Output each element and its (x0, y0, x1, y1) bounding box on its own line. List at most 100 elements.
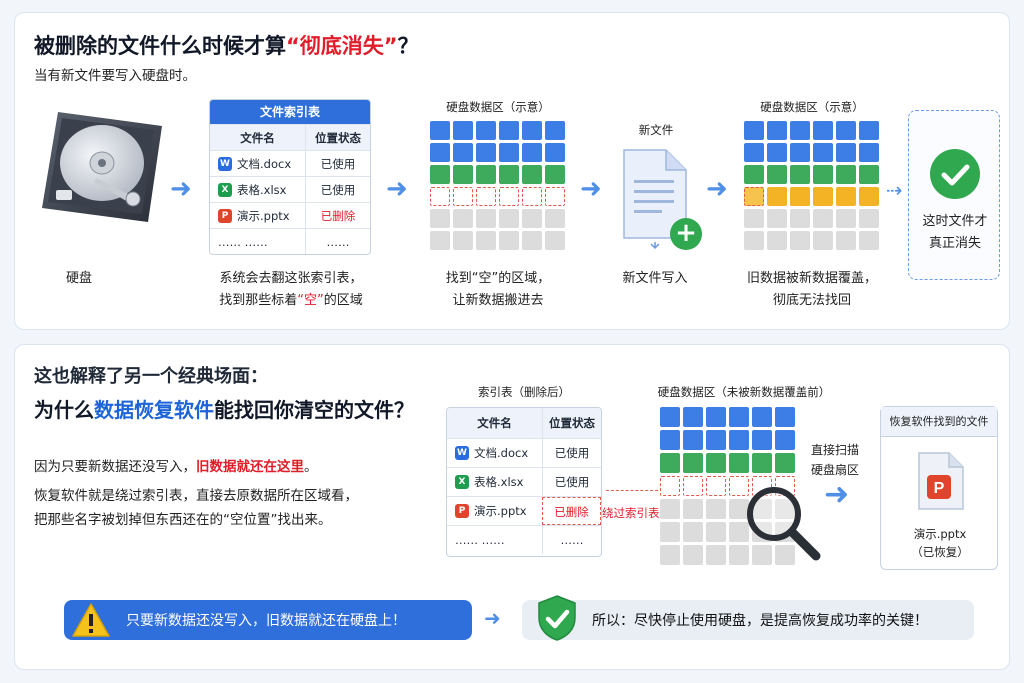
powerpoint-file-icon: P (455, 504, 469, 518)
sector-cell (836, 143, 856, 162)
sector-cell (430, 209, 450, 228)
final-state-box: 这时文件才 真正消失 (908, 110, 1000, 280)
sector-cell (522, 187, 542, 206)
table-header-row: 文件名 位置状态 (210, 124, 370, 150)
table-row: P 演示.pptx 已删除 (447, 496, 601, 525)
recovery-card: 恢复软件找到的文件 P 演示.pptx （已恢复） (880, 406, 998, 570)
sector-cell (545, 143, 565, 162)
sector-cell (545, 209, 565, 228)
index-table-after: 文件名 位置状态 W 文档.docx 已使用 X 表格.xlsx 已使用 P 演示.p… (446, 407, 602, 557)
excel-file-icon: X (218, 182, 232, 197)
bottom-para2: 恢复软件就是绕过索引表，直接去原数据所在区域看， 把那些名字被划掉但东西还在的“… (34, 488, 358, 528)
sector-cell (522, 165, 542, 184)
sector-cell (790, 143, 810, 162)
sector-cell (499, 187, 519, 206)
warning-banner: 只要新数据还没写入，旧数据就还在硬盘上！ (64, 600, 472, 640)
sector-cell (522, 209, 542, 228)
sector-cell (430, 231, 450, 250)
scan-label: 直接扫描 硬盘扇区 (810, 443, 859, 477)
magnifier-icon (744, 484, 824, 564)
word-file-icon: W (455, 446, 469, 460)
sector-cell (476, 187, 496, 206)
sector-cell (706, 522, 726, 542)
sector-cell (775, 430, 795, 450)
hard-drive-icon (36, 108, 166, 226)
sector-cell (859, 121, 879, 140)
newfile-caption: 新文件写入 (622, 271, 688, 286)
sector-cell (813, 231, 833, 250)
sector-cell (744, 143, 764, 162)
table-row: …… …… …… (210, 228, 370, 254)
sector-cell (660, 430, 680, 450)
final-text: 这时文件才 真正消失 (922, 214, 988, 251)
arrow-right-icon: ➜ (706, 174, 728, 204)
sector-cell (476, 121, 496, 140)
file-name: 表格.xlsx (237, 182, 287, 197)
file-status: 已使用 (305, 177, 370, 202)
sector-cell (836, 187, 856, 206)
sector-cell (683, 499, 703, 519)
table-row: …… …… …… (447, 525, 601, 554)
sector-cell (790, 187, 810, 206)
top-subtitle: 当有新文件要写入硬盘时。 (34, 68, 196, 84)
sector-cell (476, 143, 496, 162)
sector-cell (813, 187, 833, 206)
file-name: 演示.pptx (237, 208, 290, 223)
col-name-header: 文件名 (240, 130, 275, 145)
sector-cell (683, 476, 703, 496)
sector-cell (790, 209, 810, 228)
sector-cell (859, 143, 879, 162)
sector-cell (790, 231, 810, 250)
sector-cell (430, 121, 450, 140)
sector-cell (744, 187, 764, 206)
sector-cell (430, 165, 450, 184)
sector-cell (499, 143, 519, 162)
file-name: …… …… (218, 234, 268, 249)
warning-icon (64, 600, 118, 640)
file-status: …… (305, 229, 370, 254)
sector-cell (836, 165, 856, 184)
sector-cell (545, 187, 565, 206)
bypass-line (606, 490, 658, 491)
arrow-right-icon: ➜ (484, 606, 501, 630)
recovery-title: 恢复软件找到的文件 (881, 407, 997, 437)
sector-cell (836, 209, 856, 228)
sector-cell (522, 121, 542, 140)
sector-cell (706, 453, 726, 473)
sector-cell (683, 430, 703, 450)
recovered-file-text: 演示.pptx （已恢复） (911, 527, 969, 559)
sector-cell (744, 231, 764, 250)
sector-cell (767, 143, 787, 162)
word-file-icon: W (218, 156, 232, 171)
sector-cell (660, 453, 680, 473)
sector-cell (744, 165, 764, 184)
index-after-label: 索引表（删除后） (478, 385, 570, 399)
sector-cell (729, 430, 749, 450)
warning-text: 只要新数据还没写入，旧数据就还在硬盘上！ (126, 613, 406, 629)
plus-icon: + (670, 218, 702, 250)
grid2-label: 硬盘数据区（示意） (760, 100, 864, 114)
col-status-header: 位置状态 (305, 125, 370, 150)
sector-cell (430, 187, 450, 206)
index-caption-line1: 系统会去翻这张索引表， (219, 271, 363, 286)
table-row: W 文档.docx 已使用 (210, 150, 370, 176)
sector-cell (660, 499, 680, 519)
arrow-right-icon: ➜ (824, 477, 850, 512)
sector-cell (813, 209, 833, 228)
sector-cell (660, 407, 680, 427)
svg-text:P: P (934, 480, 945, 497)
sector-cell (430, 143, 450, 162)
sector-cell (813, 165, 833, 184)
data-grid-after (744, 121, 879, 250)
sector-cell (813, 121, 833, 140)
tip-banner: 所以：尽快停止使用硬盘，是提高恢复成功率的关键！ (522, 595, 974, 641)
sector-cell (522, 231, 542, 250)
sector-cell (453, 231, 473, 250)
shield-check-icon (522, 593, 592, 643)
sector-cell (775, 407, 795, 427)
table-row: W 文档.docx 已使用 (447, 438, 601, 467)
sector-cell (499, 209, 519, 228)
sector-cell (790, 121, 810, 140)
grid3-label: 硬盘数据区（未被新数据覆盖前） (657, 385, 831, 399)
sector-cell (522, 143, 542, 162)
